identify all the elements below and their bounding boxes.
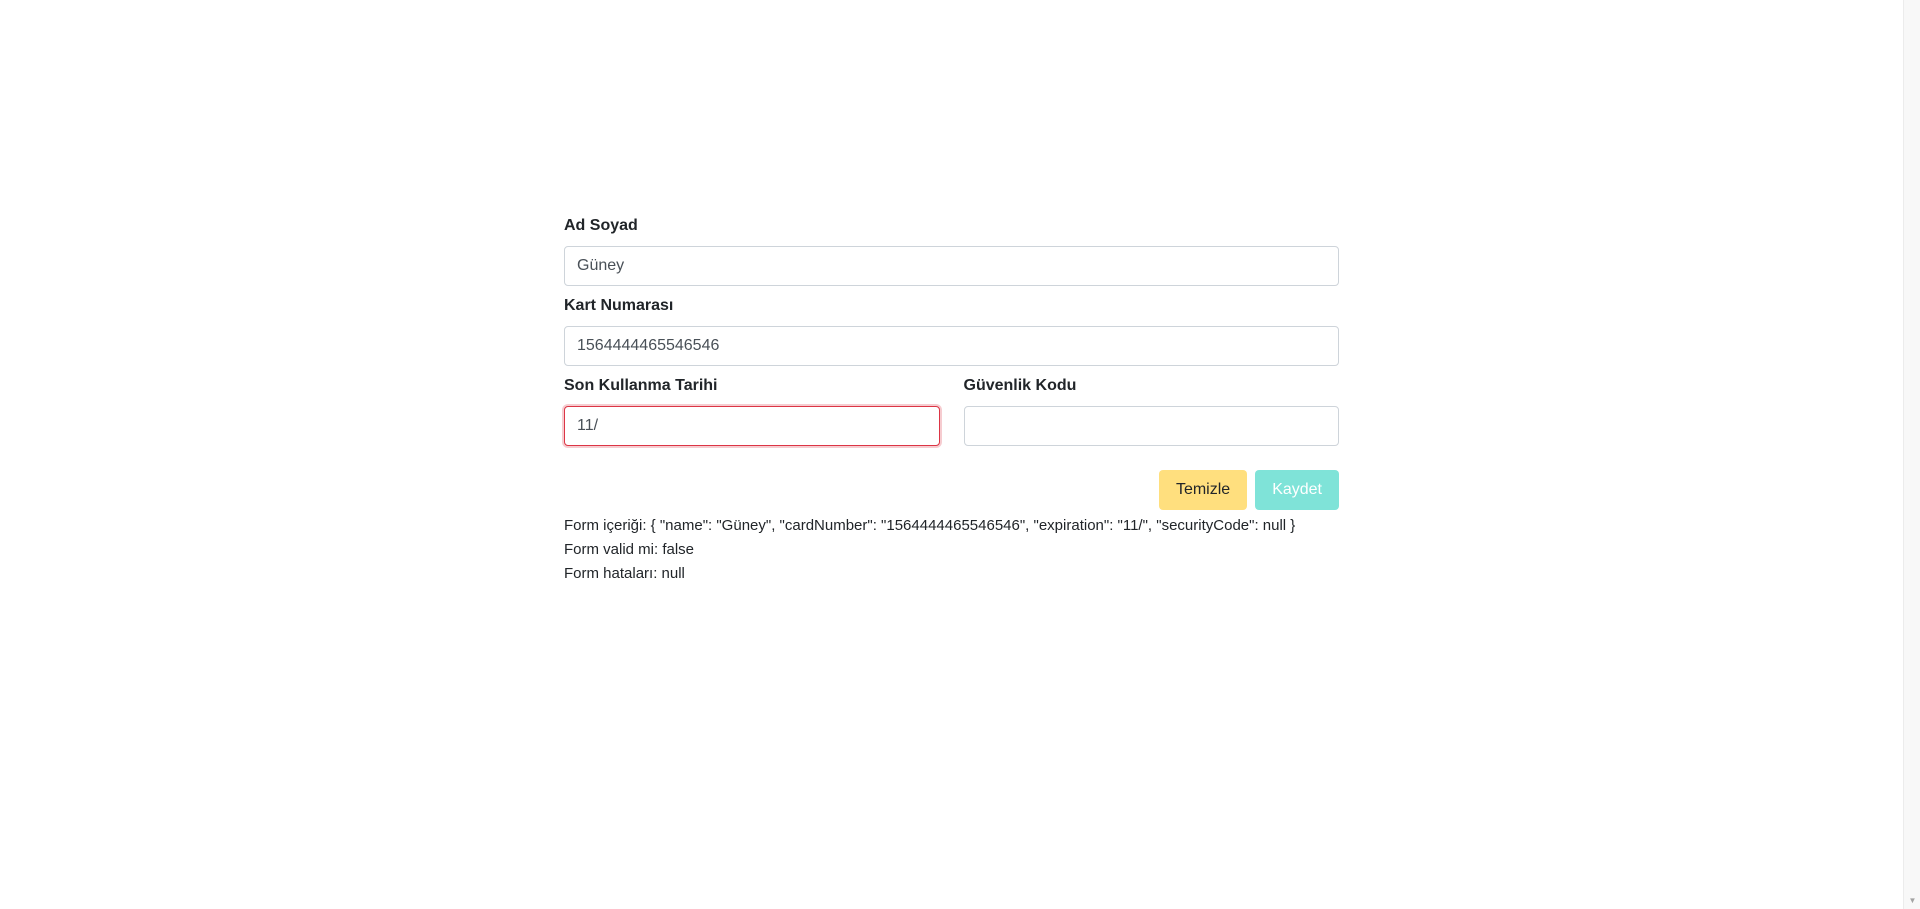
- expiration-label: Son Kullanma Tarihi: [564, 377, 718, 394]
- form-content-text: Form içeriği: { "name": "Güney", "cardNu…: [564, 517, 1296, 534]
- card-number-label: Kart Numarası: [564, 297, 674, 314]
- expiration-security-row: Son Kullanma Tarihi Güvenlik Kodu: [564, 374, 1339, 454]
- expiration-group: Son Kullanma Tarihi: [564, 374, 940, 446]
- form-valid-text: Form valid mi: false: [564, 541, 695, 558]
- security-code-group: Güvenlik Kodu: [963, 374, 1339, 446]
- card-number-input[interactable]: [564, 326, 1339, 366]
- form-errors-text: Form hataları: null: [564, 565, 685, 582]
- security-code-input[interactable]: [963, 406, 1339, 446]
- name-group: Ad Soyad: [564, 214, 1339, 286]
- name-label: Ad Soyad: [564, 217, 638, 234]
- security-code-label: Güvenlik Kodu: [963, 377, 1077, 394]
- expiration-input[interactable]: [564, 406, 940, 446]
- form-debug-output: Form içeriği: { "name": "Güney", "cardNu…: [564, 514, 1339, 586]
- chevron-down-icon[interactable]: ▼: [1904, 892, 1920, 909]
- clear-button[interactable]: Temizle: [1158, 470, 1248, 510]
- form-actions: Temizle Kaydet: [564, 470, 1339, 510]
- payment-form: Ad Soyad Kart Numarası Son Kullanma Tari…: [564, 214, 1339, 586]
- vertical-scrollbar[interactable]: ▼: [1903, 0, 1920, 909]
- save-button[interactable]: Kaydet: [1255, 470, 1339, 510]
- name-input[interactable]: [564, 246, 1339, 286]
- card-number-group: Kart Numarası: [564, 294, 1339, 366]
- page: Ad Soyad Kart Numarası Son Kullanma Tari…: [0, 0, 1920, 909]
